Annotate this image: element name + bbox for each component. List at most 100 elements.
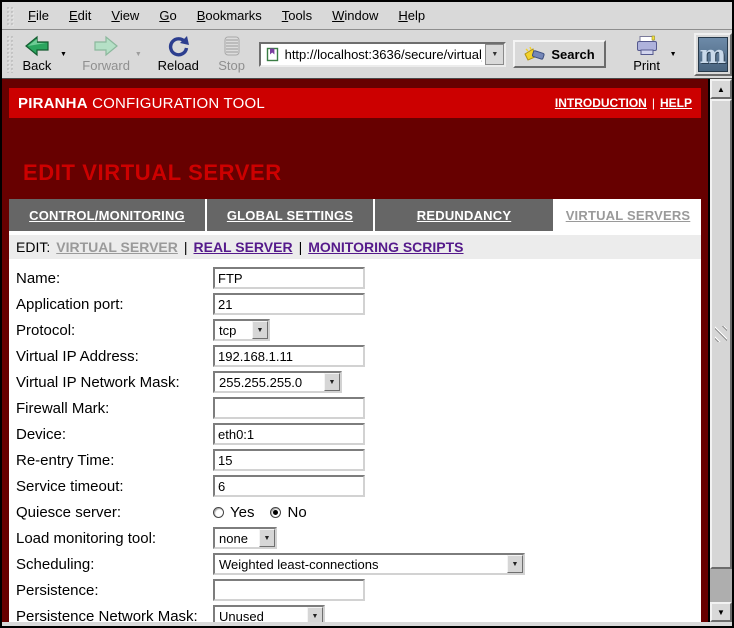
chevron-down-icon: ▼ xyxy=(491,51,498,58)
forward-history-dropdown-icon[interactable]: ▼ xyxy=(132,51,145,58)
help-link[interactable]: HELP xyxy=(660,96,692,110)
virtual-ip-netmask-select[interactable]: 255.255.255.0 ▼ xyxy=(213,371,342,393)
piranha-page: PIRANHA CONFIGURATION TOOL INTRODUCTION … xyxy=(2,79,708,622)
tab-redundancy[interactable]: REDUNDANCY xyxy=(375,199,553,231)
virtual-ip-field[interactable] xyxy=(213,345,365,367)
scheduling-select[interactable]: Weighted least-connections ▼ xyxy=(213,553,525,575)
introduction-link[interactable]: INTRODUCTION xyxy=(555,96,647,110)
quiesce-radio-group: Yes No xyxy=(213,504,317,521)
form-row-reentry-time: Re-entry Time: xyxy=(16,447,701,473)
virtual-ip-label: Virtual IP Address: xyxy=(16,348,213,365)
stop-icon xyxy=(222,35,242,57)
subnav-real-server[interactable]: REAL SERVER xyxy=(194,239,293,255)
form-row-persistence-netmask: Persistence Network Mask: Unused ▼ xyxy=(16,603,701,622)
forward-button[interactable]: Forward xyxy=(80,33,132,75)
form-row-persistence: Persistence: xyxy=(16,577,701,603)
quiesce-no-radio[interactable] xyxy=(270,507,281,518)
persistence-netmask-selected-value: Unused xyxy=(215,609,307,623)
url-input[interactable] xyxy=(282,44,486,65)
menu-view[interactable]: View xyxy=(101,4,149,27)
firewall-mark-field[interactable] xyxy=(213,397,365,419)
menu-bookmarks[interactable]: Bookmarks xyxy=(187,4,272,27)
service-timeout-label: Service timeout: xyxy=(16,478,213,495)
print-button[interactable]: Print xyxy=(627,33,667,75)
form-row-quiesce-server: Quiesce server: Yes No xyxy=(16,499,701,525)
device-label: Device: xyxy=(16,426,213,443)
status-strip xyxy=(2,622,732,628)
back-history-dropdown-icon[interactable]: ▼ xyxy=(57,51,70,58)
back-button[interactable]: Back xyxy=(17,33,57,75)
scroll-up-icon: ▲ xyxy=(717,85,725,94)
print-dropdown-icon[interactable]: ▼ xyxy=(667,51,680,58)
mozilla-logo: m xyxy=(698,37,728,72)
toolbar-grippy-handle[interactable] xyxy=(6,35,13,73)
load-monitoring-selected-value: none xyxy=(215,531,259,546)
reload-icon xyxy=(166,35,190,57)
menu-window[interactable]: Window xyxy=(322,4,388,27)
persistence-netmask-select-arrow-icon[interactable]: ▼ xyxy=(307,607,323,622)
load-monitoring-select[interactable]: none ▼ xyxy=(213,527,277,549)
load-monitoring-label: Load monitoring tool: xyxy=(16,530,213,547)
form-row-virtual-ip-netmask: Virtual IP Network Mask: 255.255.255.0 ▼ xyxy=(16,369,701,395)
name-field[interactable] xyxy=(213,267,365,289)
url-bar: ▼ xyxy=(259,42,507,67)
persistence-netmask-select[interactable]: Unused ▼ xyxy=(213,605,325,622)
reload-label: Reload xyxy=(158,58,199,73)
reload-button[interactable]: Reload xyxy=(155,33,201,75)
scrollbar-track[interactable] xyxy=(710,569,732,602)
stop-button[interactable]: Stop xyxy=(212,33,252,75)
forward-label: Forward xyxy=(82,58,130,73)
quiesce-yes-label: Yes xyxy=(230,504,254,521)
tab-global-settings[interactable]: GLOBAL SETTINGS xyxy=(207,199,373,231)
header-links: INTRODUCTION | HELP xyxy=(555,96,692,110)
menu-edit[interactable]: Edit xyxy=(59,4,101,27)
subnav-separator: | xyxy=(299,239,303,255)
menu-go[interactable]: Go xyxy=(149,4,186,27)
persistence-field[interactable] xyxy=(213,579,365,601)
protocol-select[interactable]: tcp ▼ xyxy=(213,319,270,341)
virtual-ip-netmask-label: Virtual IP Network Mask: xyxy=(16,374,213,391)
service-timeout-field[interactable] xyxy=(213,475,365,497)
form-row-application-port: Application port: xyxy=(16,291,701,317)
stop-label: Stop xyxy=(218,58,245,73)
load-monitoring-select-arrow-icon[interactable]: ▼ xyxy=(259,529,275,547)
protocol-select-arrow-icon[interactable]: ▼ xyxy=(252,321,268,339)
name-label: Name: xyxy=(16,270,213,287)
tab-control-monitoring[interactable]: CONTROL/MONITORING xyxy=(9,199,205,231)
edit-subnav: EDIT: VIRTUAL SERVER | REAL SERVER | MON… xyxy=(9,235,701,259)
tab-virtual-servers[interactable]: VIRTUAL SERVERS xyxy=(555,199,701,231)
scheduling-select-arrow-icon[interactable]: ▼ xyxy=(507,555,523,573)
protocol-selected-value: tcp xyxy=(215,323,252,338)
subnav-virtual-server[interactable]: VIRTUAL SERVER xyxy=(56,239,178,255)
subnav-separator: | xyxy=(184,239,188,255)
persistence-netmask-label: Persistence Network Mask: xyxy=(16,608,213,623)
scrollbar-thumb[interactable] xyxy=(710,99,732,569)
menu-tools[interactable]: Tools xyxy=(272,4,322,27)
device-field[interactable] xyxy=(213,423,365,445)
virtual-server-form: Name: Application port: Protocol: tcp ▼ … xyxy=(9,259,701,622)
navigation-toolbar: Back ▼ Forward ▼ Reload xyxy=(2,30,732,79)
url-dropdown-button[interactable]: ▼ xyxy=(485,44,504,65)
virtual-ip-netmask-select-arrow-icon[interactable]: ▼ xyxy=(324,373,340,391)
quiesce-no-label: No xyxy=(287,504,306,521)
app-title-brand: PIRANHA xyxy=(18,95,88,112)
menubar-grippy-handle[interactable] xyxy=(6,6,14,26)
menu-help[interactable]: Help xyxy=(388,4,435,27)
content-viewport: PIRANHA CONFIGURATION TOOL INTRODUCTION … xyxy=(2,79,732,622)
mozilla-logo-button[interactable]: m xyxy=(694,33,732,76)
application-port-field[interactable] xyxy=(213,293,365,315)
reentry-time-field[interactable] xyxy=(213,449,365,471)
quiesce-yes-radio[interactable] xyxy=(213,507,224,518)
back-label: Back xyxy=(23,58,52,73)
scroll-up-button[interactable]: ▲ xyxy=(710,79,732,99)
scroll-down-button[interactable]: ▼ xyxy=(710,602,732,622)
print-label: Print xyxy=(633,58,660,73)
menu-file[interactable]: File xyxy=(18,4,59,27)
form-row-protocol: Protocol: tcp ▼ xyxy=(16,317,701,343)
form-row-service-timeout: Service timeout: xyxy=(16,473,701,499)
app-title: PIRANHA CONFIGURATION TOOL xyxy=(18,95,265,112)
edit-prefix: EDIT: xyxy=(16,239,50,255)
mozilla-m-icon: m xyxy=(700,42,726,67)
subnav-monitoring-scripts[interactable]: MONITORING SCRIPTS xyxy=(308,239,463,255)
search-button[interactable]: Search xyxy=(513,40,605,68)
